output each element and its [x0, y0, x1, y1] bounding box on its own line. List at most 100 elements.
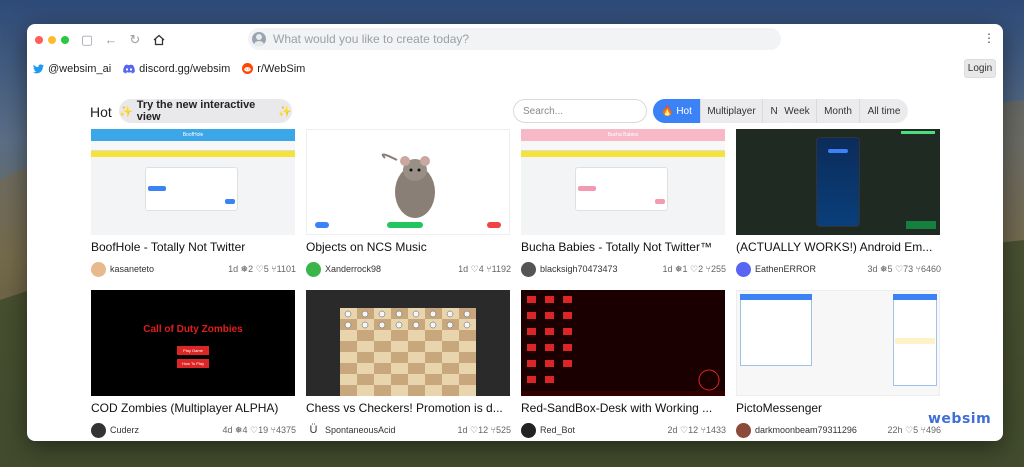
- avatar[interactable]: [736, 422, 751, 438]
- tab-week[interactable]: Week: [778, 99, 817, 123]
- project-title[interactable]: BoofHole - Totally Not Twitter: [91, 240, 295, 255]
- browser-toolbar: ▢ ← ↻ What would you like to create toda…: [27, 24, 1003, 55]
- project-meta: Xanderrock98 1d ♡4 ⑂1192: [306, 261, 511, 277]
- project-card[interactable]: (ACTUALLY WORKS!) Android Em... EathenER…: [736, 129, 941, 277]
- project-title[interactable]: Chess vs Checkers! Promotion is d...: [306, 401, 510, 416]
- sparkle-icon: ✨: [278, 105, 292, 118]
- project-card[interactable]: Call of Duty Zombies Play Game How To Pl…: [91, 290, 296, 438]
- minimize-window-button[interactable]: [48, 35, 56, 44]
- author-name[interactable]: EathenERROR: [755, 264, 867, 274]
- project-thumbnail[interactable]: Call of Duty Zombies Play Game How To Pl…: [91, 290, 295, 396]
- thumbnail-play-button: Play Game: [177, 346, 209, 355]
- more-menu-icon[interactable]: ⋮: [983, 32, 995, 44]
- login-button[interactable]: Login: [964, 59, 996, 78]
- project-card[interactable]: Red-SandBox-Desk with Working ... Red_Bo…: [521, 290, 726, 438]
- address-bar[interactable]: What would you like to create today?: [248, 28, 781, 50]
- thumbnail-header: Bucha Babies: [521, 129, 725, 141]
- project-meta: darkmoonbeam79311296 22h ♡5 ⑂496: [736, 422, 941, 438]
- project-thumbnail[interactable]: [306, 290, 510, 396]
- sparkle-icon: ✨: [119, 105, 133, 118]
- project-stats: 4d ❅4 ♡19 ⑂4375: [222, 424, 296, 435]
- profile-avatar-icon[interactable]: [252, 32, 266, 46]
- project-title[interactable]: Objects on NCS Music: [306, 240, 510, 255]
- project-stats: 2d ♡12 ⑂1433: [667, 424, 726, 435]
- avatar[interactable]: [306, 261, 321, 277]
- author-name[interactable]: blacksigh70473473: [540, 264, 662, 274]
- project-title[interactable]: (ACTUALLY WORKS!) Android Em...: [736, 240, 940, 255]
- project-stats: 1d ❅2 ♡5 ⑂1101: [228, 263, 296, 274]
- project-title[interactable]: COD Zombies (Multiplayer ALPHA): [91, 401, 295, 416]
- social-links-bar: @websim_ai discord.gg/websim r/WebSim: [27, 55, 1003, 82]
- project-stats: 3d ❅5 ♡73 ⑂6460: [867, 263, 941, 274]
- project-stats: 1d ❅1 ♡2 ⑂255: [662, 263, 726, 274]
- project-meta: Red_Bot 2d ♡12 ⑂1433: [521, 422, 726, 438]
- author-name[interactable]: Xanderrock98: [325, 264, 458, 274]
- project-card[interactable]: Chess vs Checkers! Promotion is d... Ü S…: [306, 290, 511, 438]
- twitter-link[interactable]: @websim_ai: [33, 63, 111, 75]
- project-title[interactable]: Red-SandBox-Desk with Working ...: [521, 401, 725, 416]
- interactive-view-button[interactable]: ✨ Try the new interactive view ✨: [119, 99, 292, 123]
- tab-hot[interactable]: 🔥 Hot: [653, 99, 701, 123]
- project-meta: Ü SpontaneousAcid 1d ♡12 ⑂525: [306, 422, 511, 438]
- maximize-window-button[interactable]: [61, 35, 69, 44]
- chess-board-image: [340, 296, 476, 396]
- project-stats: 1d ♡12 ⑂525: [457, 424, 511, 435]
- thumbnail-howto-button: How To Play: [177, 359, 209, 368]
- project-card[interactable]: Bucha Babies Bucha Babies - Totally Not …: [521, 129, 726, 277]
- websim-watermark-logo: websim: [928, 411, 992, 427]
- interactive-view-label: Try the new interactive view: [136, 99, 256, 123]
- project-stats: 1d ♡4 ⑂1192: [458, 263, 511, 274]
- browser-window: ▢ ← ↻ What would you like to create toda…: [27, 24, 1003, 441]
- author-name[interactable]: Red_Bot: [540, 425, 667, 435]
- project-thumbnail[interactable]: [521, 290, 725, 396]
- thumbnail-game-title: Call of Duty Zombies: [143, 324, 243, 335]
- close-window-button[interactable]: [35, 35, 43, 44]
- home-icon[interactable]: [149, 30, 169, 50]
- tab-month[interactable]: Month: [817, 99, 860, 123]
- tab-multiplayer[interactable]: Multiplayer: [701, 99, 763, 123]
- author-name[interactable]: kasaneteto: [110, 264, 228, 274]
- time-range-tabs: Week Month All time: [778, 99, 908, 123]
- avatar[interactable]: [91, 422, 106, 438]
- project-thumbnail[interactable]: [736, 129, 940, 235]
- project-thumbnail[interactable]: Bucha Babies: [521, 129, 725, 235]
- avatar[interactable]: [521, 422, 536, 438]
- project-card[interactable]: PictoMessenger darkmoonbeam79311296 22h …: [736, 290, 941, 438]
- avatar[interactable]: Ü: [306, 422, 321, 438]
- project-meta: blacksigh70473473 1d ❅1 ♡2 ⑂255: [521, 261, 726, 277]
- project-meta: kasaneteto 1d ❅2 ♡5 ⑂1101: [91, 261, 296, 277]
- search-input[interactable]: Search...: [513, 99, 647, 123]
- discord-icon: [123, 64, 135, 73]
- avatar[interactable]: [91, 261, 106, 277]
- discord-link[interactable]: discord.gg/websim: [123, 63, 230, 75]
- reddit-link[interactable]: r/WebSim: [242, 63, 305, 75]
- author-name[interactable]: Cuderz: [110, 425, 222, 435]
- project-title[interactable]: Bucha Babies - Totally Not Twitter™: [521, 240, 725, 255]
- project-card[interactable]: Objects on NCS Music Xanderrock98 1d ♡4 …: [306, 129, 511, 277]
- back-arrow-icon[interactable]: ←: [101, 30, 121, 50]
- tab-all-time[interactable]: All time: [860, 99, 908, 123]
- avatar[interactable]: [521, 261, 536, 277]
- project-thumbnail[interactable]: [306, 129, 510, 235]
- thumbnail-header: BoofHole: [91, 129, 295, 141]
- rat-image: [315, 153, 501, 228]
- sort-tabs: 🔥 Hot Multiplayer New: [653, 99, 798, 123]
- twitter-link-label: @websim_ai: [48, 62, 112, 75]
- author-name[interactable]: SpontaneousAcid: [325, 425, 457, 435]
- window-controls: [35, 35, 69, 44]
- project-thumbnail[interactable]: [736, 290, 940, 396]
- project-title[interactable]: PictoMessenger: [736, 401, 940, 416]
- author-name[interactable]: darkmoonbeam79311296: [755, 425, 887, 435]
- project-thumbnail[interactable]: BoofHole: [91, 129, 295, 235]
- address-bar-placeholder: What would you like to create today?: [273, 32, 470, 46]
- project-meta: EathenERROR 3d ❅5 ♡73 ⑂6460: [736, 261, 941, 277]
- avatar[interactable]: [736, 261, 751, 277]
- reload-icon[interactable]: ↻: [125, 30, 145, 50]
- section-title: Hot: [90, 104, 112, 120]
- sidebar-toggle-icon[interactable]: ▢: [77, 30, 97, 50]
- project-card[interactable]: BoofHole BoofHole - Totally Not Twitter …: [91, 129, 296, 277]
- twitter-icon: [33, 63, 44, 73]
- discord-link-label: discord.gg/websim: [139, 62, 231, 75]
- reddit-link-label: r/WebSim: [257, 62, 306, 75]
- project-meta: Cuderz 4d ❅4 ♡19 ⑂4375: [91, 422, 296, 438]
